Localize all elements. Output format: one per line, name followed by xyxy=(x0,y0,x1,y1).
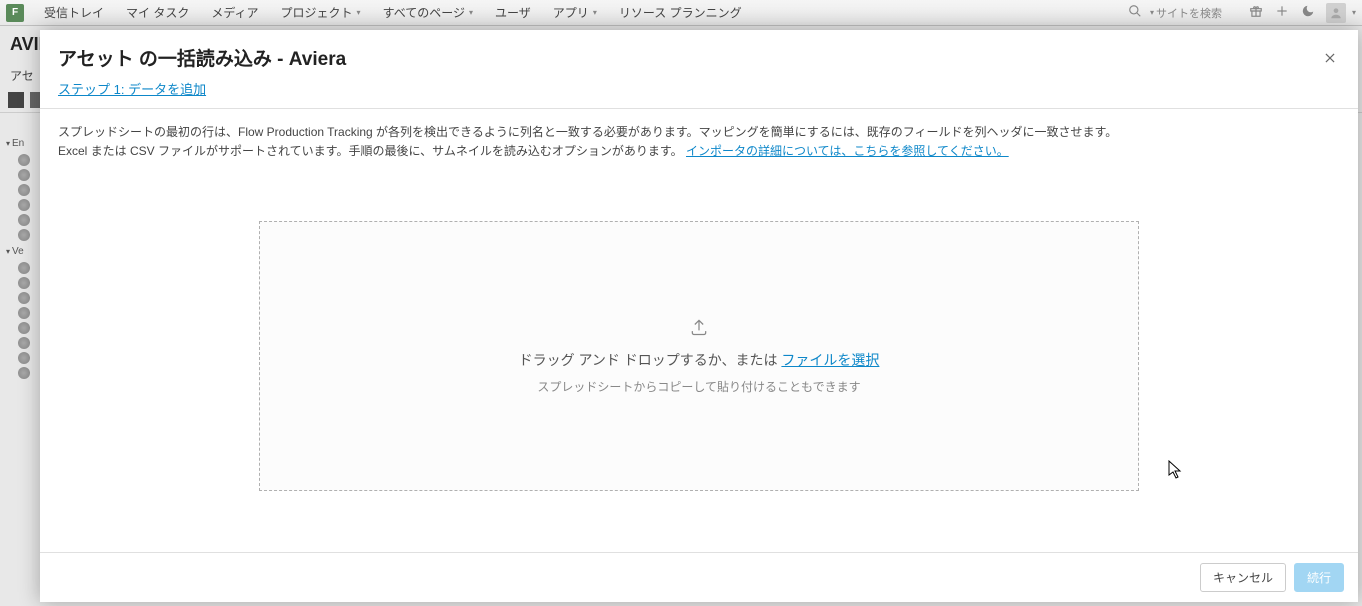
asset-row-icon[interactable] xyxy=(18,214,30,226)
description-text: Excel または CSV ファイルがサポートされています。手順の最後に、サムネ… xyxy=(58,144,683,158)
nav-media[interactable]: メディア xyxy=(201,0,268,25)
chevron-down-icon: ▾ xyxy=(593,8,597,17)
nav-users[interactable]: ユーザ xyxy=(485,0,541,25)
asset-row-icon[interactable] xyxy=(18,154,30,166)
importer-docs-link[interactable]: インポータの詳細については、こちらを参照してください。 xyxy=(686,144,1009,158)
chevron-down-icon: ▾ xyxy=(469,8,473,17)
top-nav: F 受信トレイ マイ タスク メディア プロジェクト ▾ すべてのページ ▾ ユ… xyxy=(0,0,1362,26)
asset-row-icon[interactable] xyxy=(18,262,30,274)
asset-row-icon[interactable] xyxy=(18,199,30,211)
modal-header: アセット の一括読み込み - Aviera xyxy=(40,30,1358,79)
search-icon[interactable] xyxy=(1122,4,1148,21)
nav-projects-label: プロジェクト xyxy=(281,4,353,21)
cancel-button[interactable]: キャンセル xyxy=(1200,563,1286,592)
dropzone-prefix: ドラッグ アンド ドロップするか、または xyxy=(519,352,782,368)
group-header[interactable]: ▾En xyxy=(0,136,40,151)
asset-row-icon[interactable] xyxy=(18,367,30,379)
description-line-1: スプレッドシートの最初の行は、Flow Production Tracking … xyxy=(58,123,1340,142)
chevron-down-icon: ▾ xyxy=(357,8,361,17)
nav-resource-planning[interactable]: リソース プランニング xyxy=(609,0,752,25)
search-scope-chevron[interactable]: ▾ xyxy=(1150,8,1154,17)
asset-row-icon[interactable] xyxy=(18,352,30,364)
view-list-icon[interactable] xyxy=(8,92,24,108)
dropzone-text: ドラッグ アンド ドロップするか、または ファイルを選択 xyxy=(519,350,880,370)
gift-icon[interactable] xyxy=(1244,4,1268,21)
app-logo[interactable]: F xyxy=(6,4,24,22)
asset-row-icon[interactable] xyxy=(18,229,30,241)
search-input[interactable]: サイトを検索 xyxy=(1156,5,1242,21)
step-1-tab[interactable]: ステップ 1: データを追加 xyxy=(58,82,206,99)
user-avatar[interactable] xyxy=(1326,3,1346,23)
asset-row-icon[interactable] xyxy=(18,169,30,181)
import-modal: アセット の一括読み込み - Aviera ステップ 1: データを追加 スプレ… xyxy=(40,30,1358,602)
close-button[interactable] xyxy=(1320,48,1340,68)
asset-row-icon[interactable] xyxy=(18,307,30,319)
nav-projects[interactable]: プロジェクト ▾ xyxy=(271,0,371,25)
modal-body: スプレッドシートの最初の行は、Flow Production Tracking … xyxy=(40,109,1358,552)
asset-row-icon[interactable] xyxy=(18,277,30,289)
upload-icon xyxy=(689,317,709,340)
nav-my-tasks[interactable]: マイ タスク xyxy=(116,0,199,25)
modal-title: アセット の一括読み込み - Aviera xyxy=(58,44,1320,71)
file-dropzone[interactable]: ドラッグ アンド ドロップするか、または ファイルを選択 スプレッドシートからコ… xyxy=(259,221,1139,491)
user-menu-chevron[interactable]: ▾ xyxy=(1352,8,1356,17)
choose-file-link[interactable]: ファイルを選択 xyxy=(781,352,879,368)
side-panel: ▾En ▾Ve xyxy=(0,136,40,382)
group-label: En xyxy=(12,138,24,149)
description-line-2: Excel または CSV ファイルがサポートされています。手順の最後に、サムネ… xyxy=(58,142,1340,161)
nav-all-pages-label: すべてのページ xyxy=(383,4,465,21)
step-tabs: ステップ 1: データを追加 xyxy=(40,79,1358,109)
asset-row-icon[interactable] xyxy=(18,337,30,349)
asset-row-icon[interactable] xyxy=(18,292,30,304)
dropzone-hint: スプレッドシートからコピーして貼り付けることもできます xyxy=(537,378,860,395)
asset-row-icon[interactable] xyxy=(18,184,30,196)
group-header[interactable]: ▾Ve xyxy=(0,244,40,259)
asset-row-icon[interactable] xyxy=(18,322,30,334)
nav-apps[interactable]: アプリ ▾ xyxy=(543,0,607,25)
nav-all-pages[interactable]: すべてのページ ▾ xyxy=(373,0,483,25)
continue-button[interactable]: 続行 xyxy=(1294,563,1344,592)
nav-apps-label: アプリ xyxy=(553,4,589,21)
modal-footer: キャンセル 続行 xyxy=(40,552,1358,602)
moon-icon[interactable] xyxy=(1296,4,1320,21)
plus-icon[interactable] xyxy=(1270,4,1294,21)
group-label: Ve xyxy=(12,246,24,257)
nav-inbox[interactable]: 受信トレイ xyxy=(34,0,114,25)
